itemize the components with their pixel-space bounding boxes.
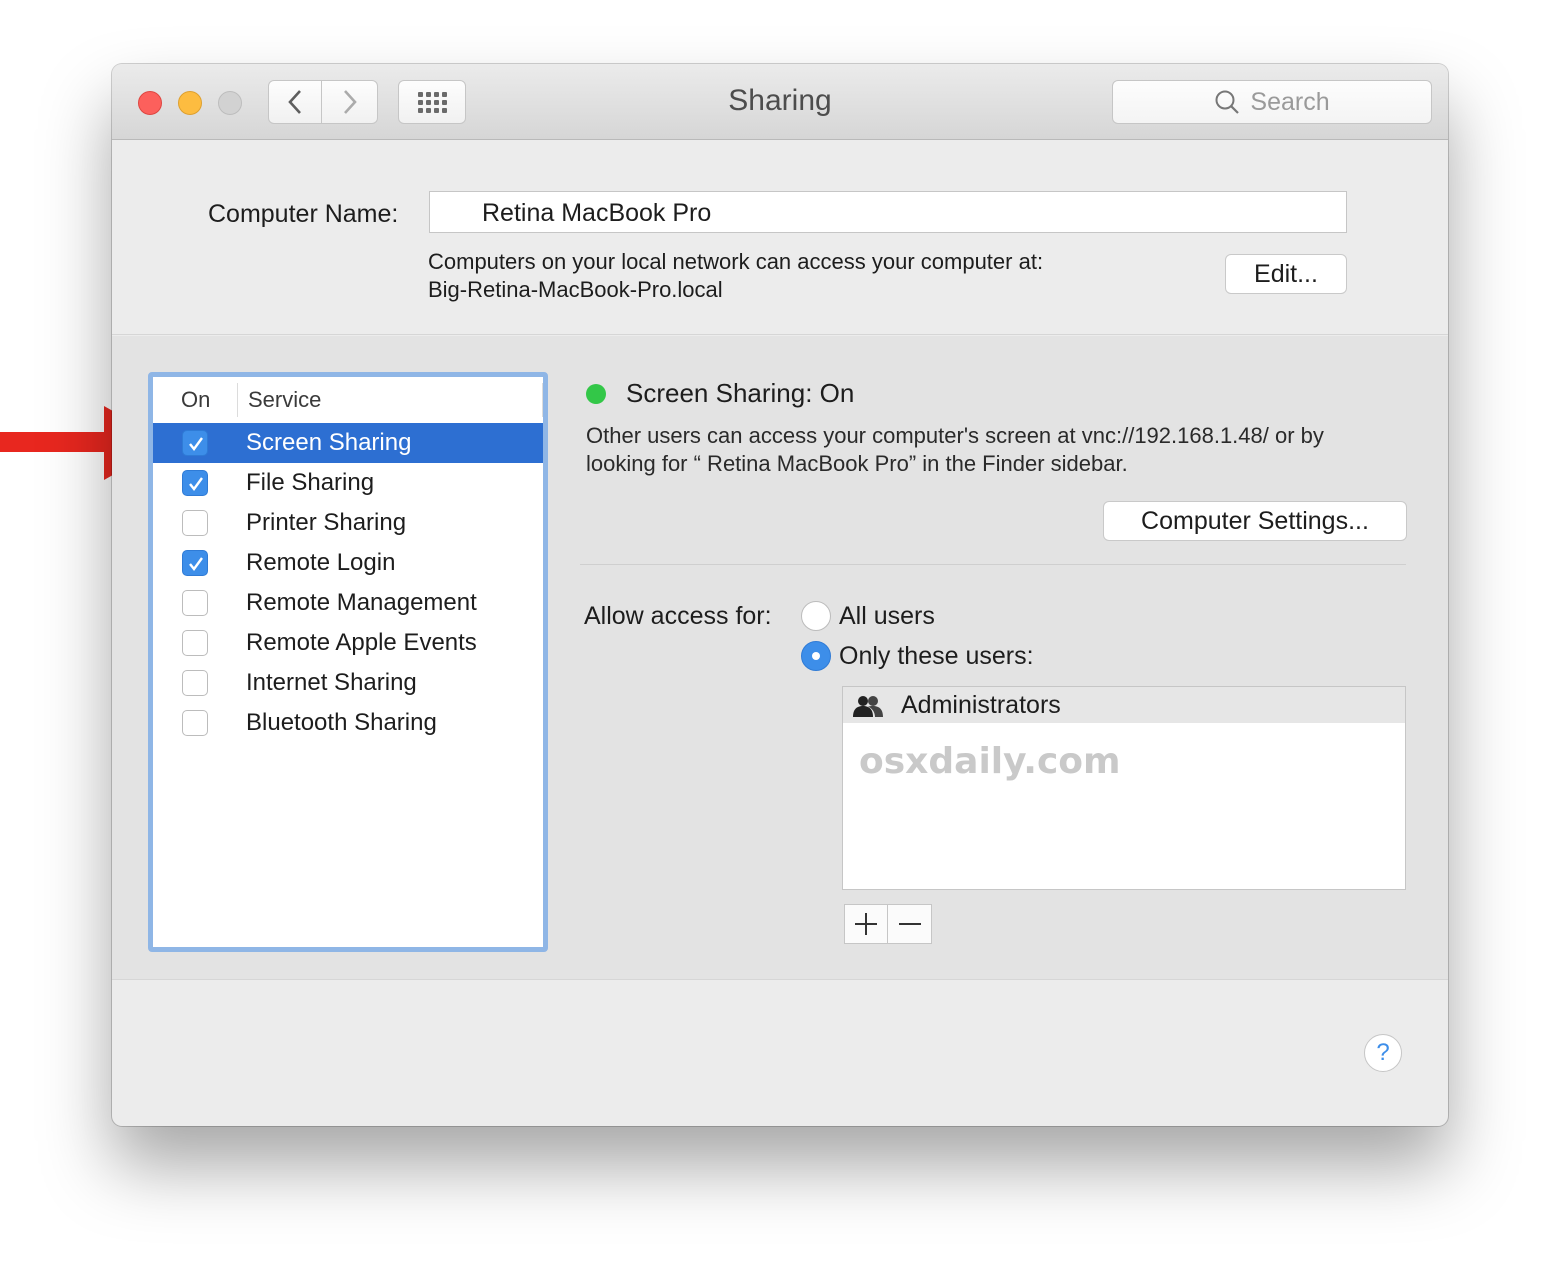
only-these-users-radio[interactable] [801,641,831,671]
service-label: Remote Login [246,549,396,576]
help-button[interactable]: ? [1364,1034,1402,1072]
checkmark-icon [189,437,203,451]
service-label: File Sharing [246,469,375,496]
service-list[interactable]: On Service Screen Sharing File Sharing P… [148,372,548,952]
title-bar: Sharing Search [112,64,1448,140]
plus-icon [855,913,877,935]
checkbox-remote-apple-events[interactable] [182,630,208,656]
allow-access-label: Allow access for: [584,602,772,630]
checkbox-remote-login[interactable] [182,550,208,576]
service-row-remote-management[interactable]: Remote Management [153,583,543,623]
status-description-line-2: looking for “ Retina MacBook Pro” in the… [586,451,1128,476]
users-list[interactable]: Administrators osxdaily.com [842,686,1406,890]
checkbox-internet-sharing[interactable] [182,670,208,696]
status-title: Screen Sharing: On [626,378,855,408]
status-indicator [586,384,606,404]
service-label: Remote Management [246,589,477,616]
service-label: Remote Apple Events [246,629,477,656]
column-header-on[interactable]: On [181,387,210,413]
all-users-label[interactable]: All users [839,602,935,631]
only-these-users-label[interactable]: Only these users: [839,642,1034,671]
service-row-remote-login[interactable]: Remote Login [153,543,543,583]
checkbox-bluetooth-sharing[interactable] [182,710,208,736]
service-label: Screen Sharing [246,429,412,456]
add-user-button[interactable] [844,904,888,944]
checkbox-printer-sharing[interactable] [182,510,208,536]
edit-button[interactable]: Edit... [1225,254,1347,294]
divider [580,564,1406,565]
watermark: osxdaily.com [859,741,1121,782]
service-label: Printer Sharing [246,509,407,536]
service-row-file-sharing[interactable]: File Sharing [153,463,543,503]
search-field[interactable]: Search [1112,80,1432,124]
checkbox-screen-sharing[interactable] [182,430,208,456]
users-group-icon [853,696,883,717]
search-icon [1215,90,1240,114]
computer-name-section: Computer Name: Retina MacBook Pro Comput… [112,141,1448,335]
remove-user-button[interactable] [888,904,932,944]
checkbox-file-sharing[interactable] [182,470,208,496]
service-row-bluetooth-sharing[interactable]: Bluetooth Sharing [153,703,543,743]
computer-name-description: Computers on your local network can acce… [428,248,1043,304]
sharing-window: Sharing Search Computer Name: Retina Mac… [112,64,1448,1126]
services-section: On Service Screen Sharing File Sharing P… [112,336,1448,980]
all-users-radio[interactable] [801,601,831,631]
service-list-header: On Service [153,377,543,423]
computer-name-field[interactable]: Retina MacBook Pro [429,191,1347,233]
description-line-1: Computers on your local network can acce… [428,249,1044,274]
service-label: Bluetooth Sharing [246,709,437,736]
column-header-service[interactable]: Service [248,387,321,413]
list-item[interactable]: Administrators [843,687,1405,723]
service-row-internet-sharing[interactable]: Internet Sharing [153,663,543,703]
status-description: Other users can access your computer's s… [586,422,1406,478]
service-row-screen-sharing[interactable]: Screen Sharing [153,423,543,463]
service-label: Internet Sharing [246,669,417,696]
status-description-line-1: Other users can access your computer's s… [586,423,1324,448]
help-icon: ? [1376,1039,1390,1066]
column-divider [237,383,238,417]
checkbox-remote-management[interactable] [182,590,208,616]
checkmark-icon [189,477,203,491]
computer-settings-button[interactable]: Computer Settings... [1103,501,1407,541]
minus-icon [898,923,921,925]
column-divider [542,383,543,417]
computer-name-label: Computer Name: [208,200,399,228]
local-hostname: Big-Retina-MacBook-Pro.local [428,277,723,302]
user-label: Administrators [901,691,1061,719]
service-row-remote-apple-events[interactable]: Remote Apple Events [153,623,543,663]
search-placeholder: Search [1250,87,1330,116]
checkmark-icon [189,557,203,571]
service-row-printer-sharing[interactable]: Printer Sharing [153,503,543,543]
